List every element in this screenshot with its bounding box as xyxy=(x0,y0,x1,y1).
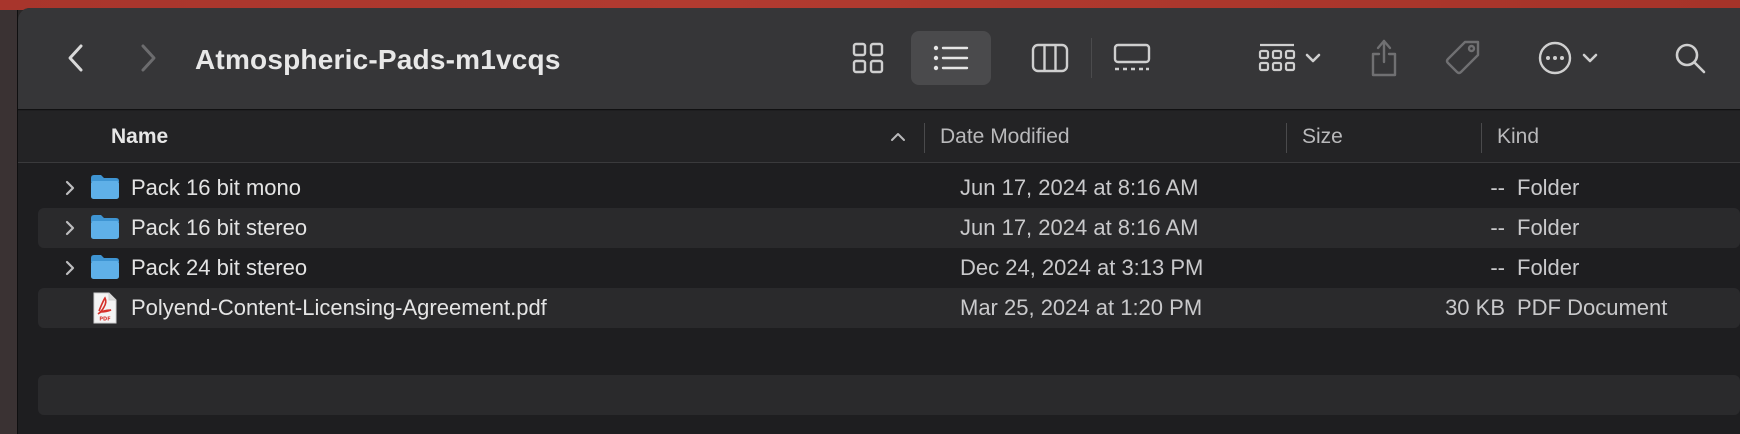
disclosure-chevron-icon[interactable] xyxy=(64,179,76,197)
chevron-down-icon xyxy=(1582,53,1598,63)
column-divider[interactable] xyxy=(924,123,925,153)
file-date: Mar 25, 2024 at 1:20 PM xyxy=(960,295,1203,320)
toolbar: Atmospheric-Pads-m1vcqs xyxy=(18,8,1740,110)
search-button[interactable] xyxy=(1668,38,1712,78)
disclosure-chevron-icon[interactable] xyxy=(64,219,76,237)
empty-row-stripe xyxy=(38,375,1740,415)
tags-button[interactable] xyxy=(1440,36,1486,80)
file-size: -- xyxy=(1490,255,1505,280)
tag-icon xyxy=(1445,40,1480,75)
column-view-button[interactable] xyxy=(1028,38,1072,78)
search-icon xyxy=(1675,43,1706,74)
file-kind: Folder xyxy=(1517,175,1580,200)
file-kind: Folder xyxy=(1517,255,1580,280)
group-button[interactable] xyxy=(1252,38,1328,78)
name-column-header[interactable]: Name xyxy=(111,111,168,163)
column-divider[interactable] xyxy=(1286,123,1287,153)
file-name: Polyend-Content-Licensing-Agreement.pdf xyxy=(131,295,547,320)
file-name: Pack 16 bit stereo xyxy=(131,215,308,240)
folder-icon xyxy=(91,255,119,279)
forward-button[interactable] xyxy=(128,38,168,78)
chevron-left-icon xyxy=(68,44,83,72)
list-view-icon-wrap xyxy=(929,40,973,76)
finder-window: Atmospheric-Pads-m1vcqs Name Date Modifi… xyxy=(18,8,1740,434)
more-actions-button[interactable] xyxy=(1530,36,1606,80)
folder-icon xyxy=(91,215,119,239)
column-header-bar: Name Date Modified Size Kind xyxy=(18,111,1740,163)
file-date: Jun 17, 2024 at 8:16 AM xyxy=(960,175,1199,200)
file-size: 30 KB xyxy=(1445,295,1505,320)
file-date: Jun 17, 2024 at 8:16 AM xyxy=(960,215,1199,240)
icon-view-button[interactable] xyxy=(846,38,890,78)
gallery-view-button[interactable] xyxy=(1110,38,1154,78)
column-divider[interactable] xyxy=(1481,123,1482,153)
svg-text:PDF: PDF xyxy=(99,317,110,323)
window-title: Atmospheric-Pads-m1vcqs xyxy=(195,44,561,75)
toolbar-separator xyxy=(1091,38,1092,78)
share-icon xyxy=(1371,39,1397,77)
background-window-edge xyxy=(0,10,18,434)
file-name: Pack 24 bit stereo xyxy=(131,255,308,280)
folder-icon xyxy=(91,175,119,199)
file-row[interactable]: PDF Polyend-Content-Licensing-Agreement.… xyxy=(38,288,1740,328)
file-kind: PDF Document xyxy=(1517,295,1668,320)
share-button[interactable] xyxy=(1362,34,1406,82)
list-view-icon xyxy=(933,45,969,71)
file-row[interactable]: Pack 16 bit stereo Jun 17, 2024 at 8:16 … xyxy=(38,208,1740,248)
file-size: -- xyxy=(1490,175,1505,200)
disclosure-chevron-icon[interactable] xyxy=(64,259,76,277)
icon-view-icon xyxy=(852,42,884,74)
pdf-document-icon: PDF xyxy=(93,292,117,324)
gallery-view-icon xyxy=(1113,43,1151,71)
chevron-down-icon xyxy=(1305,53,1321,63)
file-date: Dec 24, 2024 at 3:13 PM xyxy=(960,255,1204,280)
file-size: -- xyxy=(1490,215,1505,240)
ellipsis-circle-icon xyxy=(1538,41,1572,75)
file-kind: Folder xyxy=(1517,215,1580,240)
size-column-header[interactable]: Size xyxy=(1302,111,1343,163)
file-name: Pack 16 bit mono xyxy=(131,175,301,200)
group-icon xyxy=(1258,43,1296,72)
kind-column-header[interactable]: Kind xyxy=(1497,111,1539,163)
chevron-right-icon xyxy=(141,44,156,72)
file-row[interactable]: Pack 24 bit stereo Dec 24, 2024 at 3:13 … xyxy=(38,248,1740,288)
back-button[interactable] xyxy=(56,38,96,78)
column-view-icon xyxy=(1031,43,1069,73)
file-row[interactable]: Pack 16 bit mono Jun 17, 2024 at 8:16 AM… xyxy=(38,168,1740,208)
sort-ascending-icon xyxy=(891,133,905,141)
date-column-header[interactable]: Date Modified xyxy=(940,111,1070,163)
